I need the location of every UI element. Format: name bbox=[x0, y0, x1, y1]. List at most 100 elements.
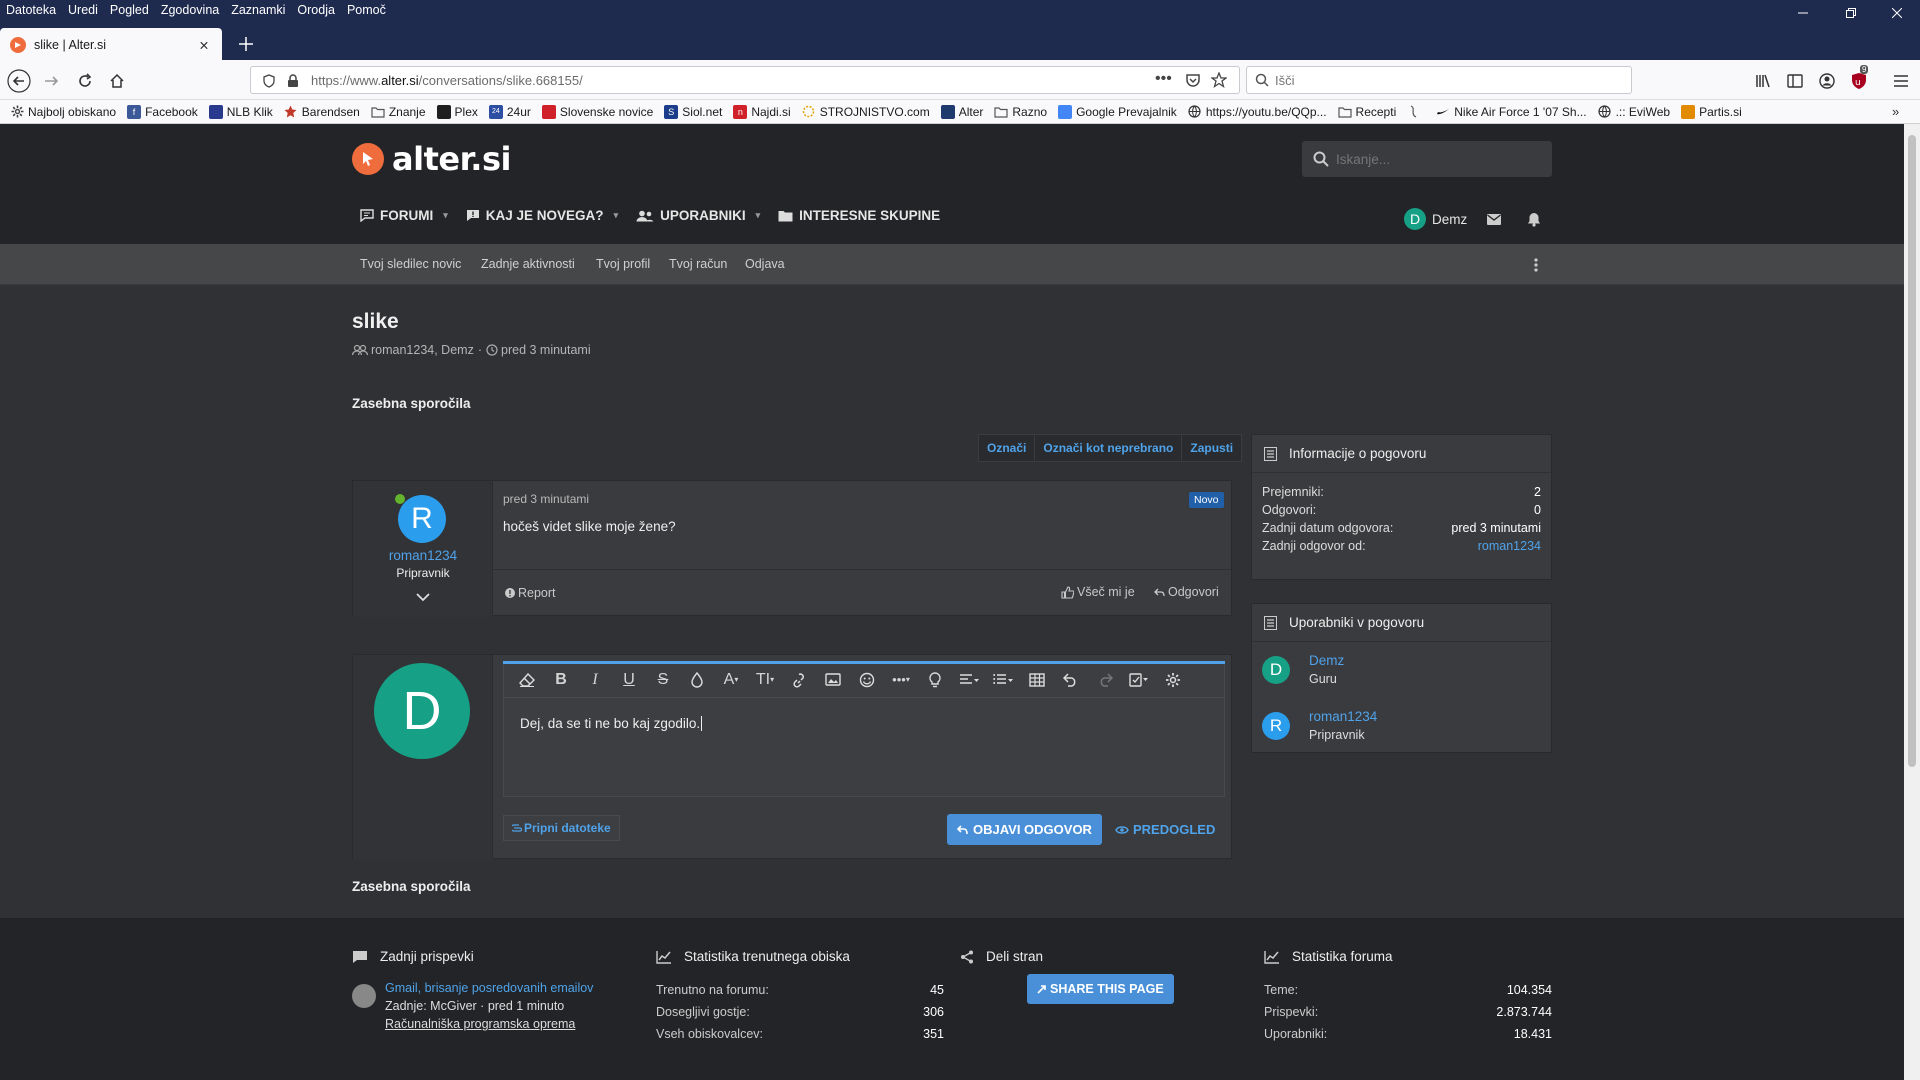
browser-tab[interactable]: slike | Alter.si ✕ bbox=[0, 28, 222, 62]
bookmark-item[interactable]: Znanje bbox=[371, 105, 426, 119]
font-size-icon[interactable]: TI ▾ bbox=[748, 666, 782, 694]
sidebar-icon[interactable] bbox=[1782, 68, 1808, 94]
shield-icon[interactable] bbox=[263, 74, 275, 88]
bookmark-item[interactable]: Barendsen bbox=[284, 105, 360, 119]
bookmark-item[interactable]: f Facebook bbox=[127, 104, 198, 119]
attach-files-button[interactable]: Pripni datoteke bbox=[503, 815, 620, 841]
mark-button[interactable]: Označi bbox=[979, 435, 1034, 461]
avatar[interactable]: D bbox=[1262, 656, 1290, 684]
chevron-down-icon[interactable] bbox=[416, 593, 430, 602]
bookmark-item[interactable]: n Najdi.si bbox=[733, 104, 791, 119]
list-icon[interactable] bbox=[986, 666, 1020, 694]
preview-button[interactable]: PREDOGLED bbox=[1111, 814, 1219, 845]
bookmark-item[interactable] bbox=[1407, 105, 1425, 119]
bell-icon[interactable] bbox=[1527, 212, 1541, 227]
new-tab-icon[interactable] bbox=[232, 30, 260, 58]
site-search-box[interactable] bbox=[1302, 141, 1552, 177]
nav-kaj-je-novega[interactable]: KAJ JE NOVEGA? ▾ bbox=[466, 208, 618, 223]
library-icon[interactable] bbox=[1750, 68, 1776, 94]
bookmark-item[interactable]: 24 24ur bbox=[488, 104, 531, 119]
site-logo[interactable]: alter.si bbox=[352, 140, 511, 178]
menu-file[interactable]: Datoteka bbox=[0, 0, 62, 22]
bookmark-item[interactable]: Slovenske novice bbox=[541, 104, 653, 119]
more-formatting-icon[interactable]: ••• ▾ bbox=[884, 666, 918, 694]
chevron-down-icon[interactable]: ▾ bbox=[614, 210, 619, 221]
subnav-news-feed[interactable]: Tvoj sledilec novic bbox=[360, 257, 461, 271]
nav-interesne-skupine[interactable]: INTERESNE SKUPINE bbox=[778, 208, 940, 223]
participant-name[interactable]: roman1234 bbox=[1309, 709, 1377, 724]
emoji-icon[interactable] bbox=[850, 666, 884, 694]
settings-gear-icon[interactable] bbox=[1156, 666, 1190, 694]
lock-icon[interactable] bbox=[287, 74, 299, 88]
home-icon[interactable] bbox=[104, 68, 130, 94]
avatar[interactable]: R bbox=[1262, 712, 1290, 740]
scrollbar-thumb[interactable] bbox=[1908, 135, 1916, 767]
menu-tools[interactable]: Orodja bbox=[291, 0, 341, 22]
undo-icon[interactable] bbox=[1054, 666, 1088, 694]
account-icon[interactable] bbox=[1814, 68, 1840, 94]
user-menu[interactable]: D Demz bbox=[1404, 208, 1467, 230]
ublock-extension-icon[interactable]: u9 bbox=[1846, 65, 1872, 94]
italic-icon[interactable]: I bbox=[578, 666, 612, 694]
info-value[interactable]: roman1234 bbox=[1478, 539, 1541, 553]
editor-content[interactable]: Dej, da se ti ne bo kaj zgodilo. bbox=[520, 716, 703, 731]
font-family-icon[interactable]: A ▾ bbox=[714, 666, 748, 694]
bookmark-item[interactable]: Partis.si bbox=[1681, 104, 1742, 119]
close-tab-icon[interactable]: ✕ bbox=[196, 38, 212, 53]
forward-icon[interactable] bbox=[38, 68, 64, 94]
report-link[interactable]: Report bbox=[505, 586, 556, 600]
redo-icon[interactable] bbox=[1088, 666, 1122, 694]
leave-button[interactable]: Zapusti bbox=[1181, 435, 1241, 461]
chevron-down-icon[interactable]: ▾ bbox=[756, 210, 761, 221]
nav-uporabniki[interactable]: UPORABNIKI ▾ bbox=[636, 208, 760, 223]
post-reply-button[interactable]: OBJAVI ODGOVOR bbox=[947, 814, 1102, 845]
chevron-down-icon[interactable]: ▾ bbox=[443, 210, 448, 221]
bookmark-item[interactable]: Recepti bbox=[1337, 105, 1396, 119]
url-text[interactable]: https://www.alter.si/conversations/slike… bbox=[311, 73, 583, 88]
subnav-latest-activity[interactable]: Zadnje aktivnosti bbox=[481, 257, 575, 271]
avatar[interactable]: R bbox=[398, 495, 446, 543]
bookmark-item[interactable]: Alter bbox=[940, 104, 983, 119]
bookmark-item[interactable]: Nike Air Force 1 '07 Sh... bbox=[1436, 105, 1587, 119]
bookmark-item[interactable]: NLB Klik bbox=[208, 104, 273, 119]
site-search-input[interactable] bbox=[1336, 150, 1536, 168]
spoiler-icon[interactable] bbox=[918, 666, 952, 694]
message-author[interactable]: roman1234 bbox=[353, 548, 493, 563]
bookmark-item[interactable]: Najbolj obiskano bbox=[10, 105, 116, 119]
align-icon[interactable] bbox=[952, 666, 986, 694]
bookmark-item[interactable]: https://youtu.be/QQp... bbox=[1188, 105, 1327, 119]
menu-edit[interactable]: Uredi bbox=[62, 0, 104, 22]
url-bar[interactable]: https://www.alter.si/conversations/slike… bbox=[250, 66, 1240, 94]
pocket-icon[interactable] bbox=[1185, 73, 1201, 88]
more-options-icon[interactable] bbox=[1534, 258, 1538, 272]
browser-search-bar[interactable] bbox=[1246, 66, 1632, 94]
bookmark-item[interactable]: Razno bbox=[994, 105, 1047, 119]
menu-history[interactable]: Zgodovina bbox=[155, 0, 225, 22]
image-icon[interactable] bbox=[816, 666, 850, 694]
latest-post-title[interactable]: Gmail, brisanje posredovanih emailov bbox=[385, 981, 593, 995]
eraser-icon[interactable] bbox=[510, 666, 544, 694]
text-color-icon[interactable] bbox=[680, 666, 714, 694]
bookmark-item[interactable]: Google Prevajalnik bbox=[1058, 104, 1177, 119]
bookmark-item[interactable]: Plex bbox=[436, 104, 478, 119]
share-page-button[interactable]: SHARE THIS PAGE bbox=[1027, 974, 1174, 1004]
hamburger-menu-icon[interactable] bbox=[1888, 68, 1914, 94]
mark-unread-button[interactable]: Označi kot neprebrano bbox=[1034, 435, 1181, 461]
subnav-account[interactable]: Tvoj račun bbox=[669, 257, 727, 271]
subnav-logout[interactable]: Odjava bbox=[745, 257, 785, 271]
bold-icon[interactable]: B bbox=[544, 666, 578, 694]
table-icon[interactable] bbox=[1020, 666, 1054, 694]
bookmark-item[interactable]: .:: EviWeb bbox=[1598, 105, 1670, 119]
participant-name[interactable]: Demz bbox=[1309, 653, 1344, 668]
reload-icon[interactable] bbox=[72, 68, 98, 94]
bookmark-item[interactable]: STROJNISTVO.com bbox=[802, 105, 930, 119]
latest-post-forum[interactable]: Računalniška programska oprema bbox=[385, 1017, 575, 1031]
menu-view[interactable]: Pogled bbox=[104, 0, 155, 22]
bookmark-star-icon[interactable] bbox=[1211, 72, 1227, 88]
browser-search-input[interactable] bbox=[1275, 71, 1615, 89]
inbox-icon[interactable] bbox=[1487, 213, 1502, 225]
page-actions-icon[interactable]: ••• bbox=[1155, 70, 1172, 88]
underline-icon[interactable]: U bbox=[612, 666, 646, 694]
subnav-profile[interactable]: Tvoj profil bbox=[596, 257, 650, 271]
strikethrough-icon[interactable]: S bbox=[646, 666, 680, 694]
